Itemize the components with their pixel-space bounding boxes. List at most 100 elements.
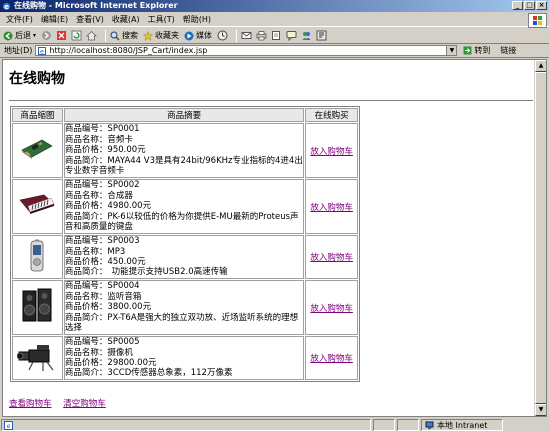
zone-label: 本地 Intranet [437,420,488,430]
table-header-row: 商品缩图 商品摘要 在线购买 [12,108,358,122]
status-bar: e 本地 Intranet [0,418,549,432]
product-summary: 商品编号：SP0002 商品名称：合成器 商品价格：4980.00元 商品简介：… [63,179,305,234]
address-dropdown-icon[interactable]: ▼ [446,46,457,55]
menu-file[interactable]: 文件(F) [6,14,33,25]
product-summary: 商品编号：SP0001 商品名称：音频卡 商品价格：950.00元 商品简介：M… [63,123,305,178]
table-row: 商品编号：SP0002 商品名称：合成器 商品价格：4980.00元 商品简介：… [12,179,358,234]
menu-edit[interactable]: 编辑(E) [41,14,68,25]
vertical-scrollbar[interactable]: ▲ ▼ [534,60,546,416]
toolbar-separator [236,29,238,42]
sound-card-icon [21,139,54,159]
search-button[interactable]: 搜索 [110,30,138,41]
go-arrow-icon [463,46,472,55]
product-thumbnail [12,336,63,380]
page-title: 在线购物 [9,71,65,87]
status-cell [397,419,419,431]
favorites-button[interactable]: 收藏夹 [143,30,179,41]
stop-icon[interactable] [56,30,67,41]
add-to-cart-link[interactable]: 放入购物车 [310,253,353,263]
product-price: 商品价格：3800.00元 [64,302,152,313]
toolbar: 后退 ▾ 搜索 收藏夹 媒体 [0,28,549,44]
product-price: 商品价格：29800.00元 [64,358,157,368]
media-button[interactable]: 媒体 [184,30,212,41]
mp3-player-icon [31,239,44,271]
ie-logo-icon: e [2,2,11,11]
chevron-down-icon[interactable]: ▾ [33,32,36,39]
home-icon[interactable] [86,30,97,41]
search-icon [110,31,120,41]
table-row: 商品编号：SP0003 商品名称：MP3 商品价格：450.00元 商品简介： … [12,235,358,279]
view-cart-link[interactable]: 查看购物车 [9,399,52,409]
product-price: 商品价格：950.00元 [64,145,146,156]
svg-text:e: e [7,423,11,430]
menu-tools[interactable]: 工具(T) [148,14,175,25]
go-label: 转到 [474,46,491,55]
menu-help[interactable]: 帮助(H) [183,14,211,25]
address-input[interactable]: e http://localhost:8080/JSP_Cart/index.j… [35,45,458,56]
toolbar-separator [105,29,107,42]
clear-cart-link[interactable]: 清空购物车 [63,399,106,409]
menu-bar: 文件(F) 编辑(E) 查看(V) 收藏(A) 工具(T) 帮助(H) [0,12,549,27]
history-icon[interactable] [217,30,228,41]
page-viewport[interactable]: 在线购物 商品缩图 商品摘要 在线购买 商品编号：SP0001 商品名称：音频卡… [2,59,547,417]
search-label: 搜索 [122,31,139,40]
scroll-down-icon[interactable]: ▼ [535,404,546,416]
done-page-icon: e [4,420,13,430]
product-code: 商品编号：SP0004 [64,281,140,292]
menu-favorites[interactable]: 收藏(A) [112,14,140,25]
table-row: 商品编号：SP0004 商品名称：监听音箱 商品价格：3800.00元 商品简介… [12,280,358,335]
table-row: 商品编号：SP0001 商品名称：音频卡 商品价格：950.00元 商品简介：M… [12,123,358,178]
product-thumbnail [12,235,63,279]
product-name: 商品名称：摄像机 [64,347,133,358]
column-header-thumbnail: 商品缩图 [12,108,63,122]
product-name: 商品名称：MP3 [64,246,126,257]
messenger-icon[interactable] [301,30,312,41]
maximize-button[interactable]: □ [524,1,535,10]
add-to-cart-link[interactable]: 放入购物车 [310,354,353,364]
close-button[interactable]: × [536,1,547,10]
back-button[interactable]: 后退 ▾ [3,30,36,41]
buy-cell: 放入购物车 [305,280,358,335]
mail-icon[interactable] [241,30,252,41]
buy-cell: 放入购物车 [305,179,358,234]
edit-icon[interactable] [271,30,282,41]
intranet-icon [425,421,434,429]
product-intro: 商品简介：MAYA44 V3是具有24bit/96KHz专业指标的4进4出专业数… [64,155,303,177]
product-price: 商品价格：450.00元 [64,257,146,267]
product-summary: 商品编号：SP0003 商品名称：MP3 商品价格：450.00元 商品简介： … [63,235,305,279]
refresh-icon[interactable] [71,30,82,41]
table-row: 商品编号：SP0005 商品名称：摄像机 商品价格：29800.00元 商品简介… [12,336,358,380]
forward-arrow-icon[interactable] [41,30,52,41]
back-label: 后退 [15,31,31,40]
print-icon[interactable] [256,30,267,41]
product-name: 商品名称：音频卡 [64,134,133,145]
add-to-cart-link[interactable]: 放入购物车 [310,147,353,157]
buy-cell: 放入购物车 [305,235,358,279]
address-bar: 地址(D) e http://localhost:8080/JSP_Cart/i… [0,44,549,58]
discuss-icon[interactable] [286,30,297,41]
status-message: e [1,419,371,431]
address-label: 地址(D) [4,46,33,55]
research-icon[interactable] [316,30,327,41]
page-content: 在线购物 商品缩图 商品摘要 在线购买 商品编号：SP0001 商品名称：音频卡… [3,60,534,409]
links-button[interactable]: 链接 [500,45,516,56]
minimize-button[interactable]: _ [512,1,523,10]
product-price: 商品价格：4980.00元 [64,201,152,212]
title-bar: e 在线购物 - Microsoft Internet Explorer _ □… [0,0,549,12]
product-thumbnail [12,280,63,335]
go-button[interactable]: 转到 [463,45,490,56]
buy-cell: 放入购物车 [305,336,358,380]
page-icon: e [38,46,47,55]
media-label: 媒体 [196,31,213,40]
product-code: 商品编号：SP0002 [64,180,140,191]
product-code: 商品编号：SP0003 [64,236,140,247]
scroll-up-icon[interactable]: ▲ [535,60,546,72]
back-arrow-icon [3,31,13,40]
menu-view[interactable]: 查看(V) [76,14,104,25]
svg-text:e: e [4,2,9,11]
add-to-cart-link[interactable]: 放入购物车 [310,203,353,213]
add-to-cart-link[interactable]: 放入购物车 [310,304,353,314]
svg-text:e: e [41,48,45,55]
security-zone: 本地 Intranet [421,419,503,431]
scroll-thumb[interactable] [535,72,546,404]
